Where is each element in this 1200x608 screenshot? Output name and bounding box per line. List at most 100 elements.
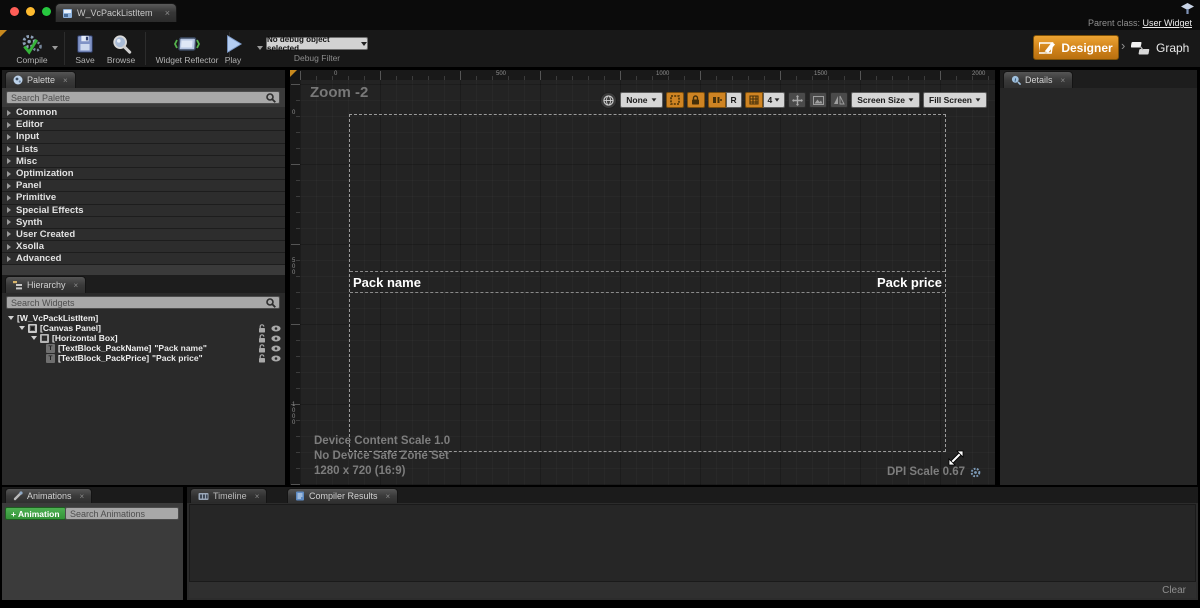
packprice-text-widget[interactable]: Pack price (877, 275, 942, 290)
expander-icon[interactable] (7, 158, 11, 164)
palette-category[interactable]: Advanced (2, 253, 285, 265)
hierarchy-row-canvas-panel[interactable]: ▣ [Canvas Panel] (2, 323, 285, 333)
localization-language-dropdown[interactable]: None (620, 92, 662, 108)
grid-snap-size-dropdown[interactable]: 4 (763, 92, 786, 108)
toggle-outline-button[interactable] (666, 92, 684, 108)
palette-category[interactable]: Common (2, 107, 285, 119)
play-options-caret[interactable] (257, 46, 263, 50)
expander-icon[interactable] (7, 256, 11, 262)
visibility-eye-icon[interactable] (271, 335, 281, 342)
fill-screen-dropdown[interactable]: Fill Screen (923, 92, 987, 108)
designer-mode-button[interactable]: Designer (1033, 35, 1119, 60)
design-canvas-outline[interactable]: Pack name Pack price (349, 114, 946, 452)
minimize-window-button[interactable] (26, 7, 35, 16)
rotation-snap-button[interactable]: R (726, 92, 742, 108)
lock-icon[interactable] (258, 334, 266, 343)
palette-search[interactable] (6, 91, 280, 104)
hierarchy-row-textblock-packprice[interactable]: T [TextBlock_PackPrice] "Pack price" (2, 353, 285, 363)
expander-icon[interactable] (7, 110, 11, 116)
tab-palette[interactable]: Palette × (5, 71, 76, 88)
lock-icon[interactable] (258, 324, 266, 333)
expander-icon[interactable] (7, 195, 11, 201)
position-grid-snap-button[interactable] (708, 92, 726, 108)
close-tab-icon[interactable]: × (74, 281, 79, 290)
play-button[interactable]: Play (210, 32, 256, 66)
palette-search-input[interactable] (7, 92, 266, 103)
expander-icon[interactable] (7, 244, 11, 250)
designer-canvas-area[interactable]: 0 500 1000 1500 2000 0 5 0 0 1 0 0 0 Zoo… (290, 70, 995, 485)
close-tab-icon[interactable]: × (1061, 76, 1066, 85)
visibility-eye-icon[interactable] (271, 325, 281, 332)
lock-icon[interactable] (258, 354, 266, 363)
tab-animations[interactable]: Animations × (5, 488, 92, 503)
details-panel: i Details × (1000, 70, 1197, 485)
palette-category[interactable]: Misc (2, 156, 285, 168)
palette-category[interactable]: User Created (2, 229, 285, 241)
horizontal-box-outline[interactable]: Pack name Pack price (350, 271, 945, 293)
expander-icon[interactable] (7, 219, 11, 225)
palette-category[interactable]: Input (2, 131, 285, 143)
close-tab-icon[interactable]: × (386, 492, 391, 501)
dpi-settings-gear-icon[interactable] (970, 467, 981, 478)
tab-timeline[interactable]: Timeline × (190, 488, 267, 503)
palette-category[interactable]: Synth (2, 217, 285, 229)
expander-icon[interactable] (7, 231, 11, 237)
add-animation-button[interactable]: + Animation (5, 507, 66, 520)
localization-preview-icon[interactable] (600, 92, 617, 109)
palette-category[interactable]: Optimization (2, 168, 285, 180)
clear-log-button[interactable]: Clear (1162, 585, 1186, 596)
hierarchy-search-input[interactable] (7, 297, 266, 308)
transform-mode-button[interactable] (788, 92, 806, 108)
tutorial-icon[interactable] (1181, 3, 1194, 15)
designer-viewport[interactable]: Zoom -2 None (300, 80, 995, 485)
expander-open-icon[interactable] (31, 336, 37, 340)
expander-open-icon[interactable] (19, 326, 25, 330)
compiler-results-log[interactable] (189, 504, 1196, 582)
packname-text-widget[interactable]: Pack name (353, 275, 421, 290)
asset-tab[interactable]: W_VcPackListItem × (55, 3, 177, 22)
expander-icon[interactable] (7, 183, 11, 189)
visibility-eye-icon[interactable] (271, 345, 281, 352)
close-tab-icon[interactable]: × (255, 492, 260, 501)
hierarchy-row-root[interactable]: [W_VcPackListItem] (2, 313, 285, 323)
save-button[interactable]: Save (66, 32, 104, 66)
lock-widgets-button[interactable] (687, 92, 705, 108)
graph-mode-button[interactable]: Graph (1131, 37, 1189, 59)
debug-object-dropdown[interactable]: No debug object selected (266, 37, 368, 50)
expander-icon[interactable] (7, 207, 11, 213)
preview-background-button[interactable] (809, 92, 827, 108)
grid-snap-toggle-button[interactable] (745, 92, 763, 108)
visibility-eye-icon[interactable] (271, 355, 281, 362)
tab-details[interactable]: i Details × (1003, 71, 1073, 88)
palette-category[interactable]: Xsolla (2, 241, 285, 253)
palette-category[interactable]: Editor (2, 119, 285, 131)
animations-search[interactable] (65, 507, 179, 520)
close-window-button[interactable] (10, 7, 19, 16)
dropdown-caret-icon (909, 98, 914, 101)
expander-icon[interactable] (7, 122, 11, 128)
palette-category[interactable]: Panel (2, 180, 285, 192)
lock-icon[interactable] (258, 344, 266, 353)
close-tab-icon[interactable]: × (63, 76, 68, 85)
parent-class-link[interactable]: User Widget (1142, 18, 1192, 28)
tab-hierarchy[interactable]: Hierarchy × (5, 276, 86, 293)
flip-preview-button[interactable] (830, 92, 848, 108)
close-tab-icon[interactable]: × (165, 8, 170, 18)
hierarchy-search[interactable] (6, 296, 280, 309)
browse-button[interactable]: Browse (100, 32, 142, 66)
maximize-window-button[interactable] (42, 7, 51, 16)
palette-category[interactable]: Lists (2, 144, 285, 156)
hierarchy-row-horizontal-box[interactable]: ▦ [Horizontal Box] (2, 333, 285, 343)
close-tab-icon[interactable]: × (80, 492, 85, 501)
tab-compiler-results[interactable]: Compiler Results × (287, 488, 398, 503)
expander-icon[interactable] (7, 171, 11, 177)
animations-search-input[interactable] (66, 508, 191, 519)
expander-open-icon[interactable] (8, 316, 14, 320)
hierarchy-row-textblock-packname[interactable]: T [TextBlock_PackName] "Pack name" (2, 343, 285, 353)
palette-category[interactable]: Special Effects (2, 205, 285, 217)
palette-category[interactable]: Primitive (2, 192, 285, 204)
expander-icon[interactable] (7, 134, 11, 140)
expander-icon[interactable] (7, 146, 11, 152)
compile-options-caret[interactable] (52, 46, 58, 50)
screen-size-dropdown[interactable]: Screen Size (851, 92, 920, 108)
